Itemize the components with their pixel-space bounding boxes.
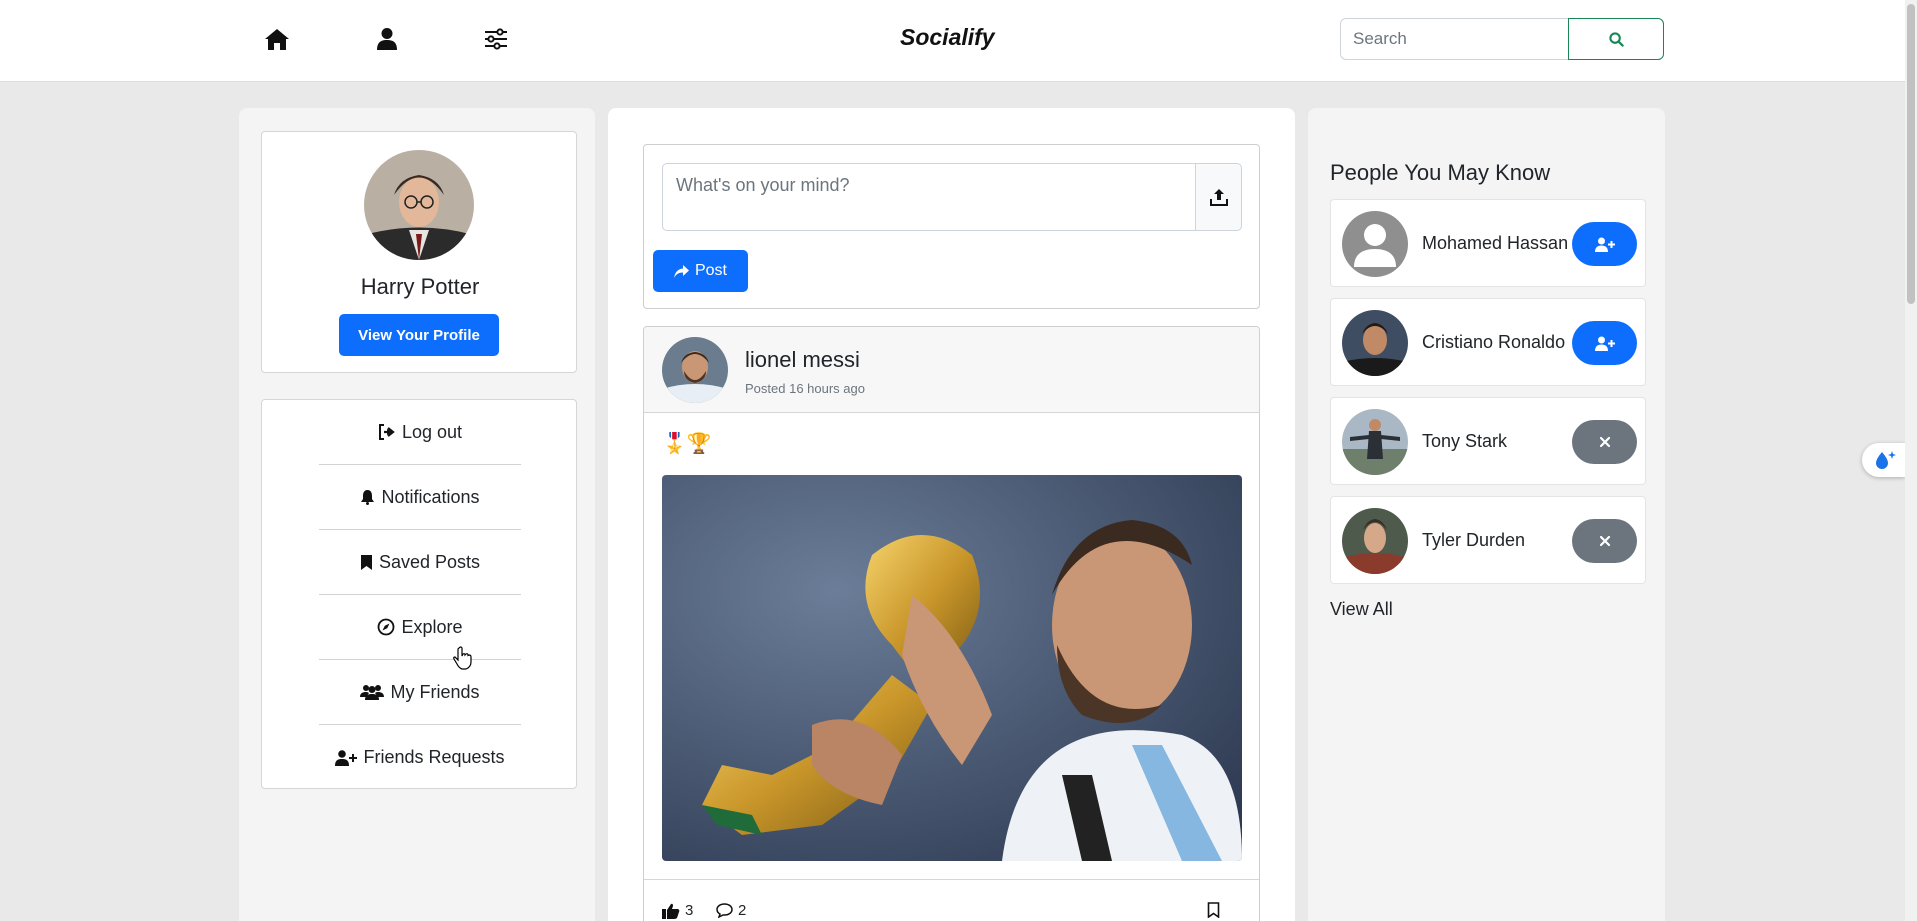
- person-name[interactable]: Tyler Durden: [1422, 530, 1525, 551]
- sign-out-icon: [378, 424, 395, 440]
- menu-item-explore[interactable]: Explore: [319, 595, 521, 660]
- users-icon: [360, 685, 385, 700]
- upload-icon: [1209, 189, 1228, 206]
- sparkle-drop-icon: [1875, 451, 1896, 469]
- post-composer: Post: [643, 144, 1260, 309]
- scrollbar-thumb[interactable]: [1907, 4, 1915, 304]
- extension-button[interactable]: [1862, 443, 1905, 477]
- cancel-request-button[interactable]: [1572, 519, 1637, 563]
- like-count: 3: [685, 902, 694, 919]
- menu-item-notifications[interactable]: Notifications: [319, 465, 521, 530]
- menu-item-label: Friends Requests: [363, 747, 505, 767]
- post-header: lionel messi Posted 16 hours ago: [644, 327, 1259, 413]
- upload-button[interactable]: [1195, 163, 1242, 231]
- close-icon: [1599, 436, 1610, 448]
- user-icon[interactable]: [373, 26, 401, 52]
- menu-item-label: Notifications: [381, 486, 480, 507]
- post-footer: 3 2: [644, 879, 1259, 921]
- like-button[interactable]: 3: [662, 902, 693, 919]
- post-text-input[interactable]: [662, 163, 1196, 231]
- sliders-icon[interactable]: [482, 26, 510, 52]
- person-card: Mohamed Hassan: [1330, 199, 1646, 287]
- brand-logo[interactable]: Socialify: [900, 24, 1090, 51]
- menu-item-label: Explore: [401, 616, 463, 637]
- post-button[interactable]: Post: [653, 250, 748, 292]
- menu-item-friends-requests[interactable]: Friends Requests: [319, 725, 521, 790]
- close-icon: [1599, 535, 1610, 547]
- menu-item-logout[interactable]: Log out: [319, 400, 521, 465]
- bookmark-icon: [1207, 902, 1220, 918]
- save-post-button[interactable]: [1207, 902, 1220, 918]
- user-plus-icon: [1594, 237, 1615, 252]
- thumbs-up-icon: [662, 903, 680, 919]
- compass-icon: [378, 618, 395, 636]
- bookmark-icon: [360, 554, 372, 570]
- avatar[interactable]: [662, 337, 728, 403]
- person-card: Cristiano Ronaldo: [1330, 298, 1646, 386]
- menu-item-label: My Friends: [390, 681, 480, 702]
- bell-icon: [361, 490, 375, 505]
- post-image[interactable]: [662, 475, 1242, 861]
- avatar[interactable]: [1342, 310, 1408, 376]
- avatar[interactable]: [1342, 508, 1408, 574]
- right-sidebar: People You May Know Mohamed Hassan Crist…: [1308, 108, 1665, 921]
- avatar[interactable]: [364, 150, 474, 260]
- avatar[interactable]: [1342, 211, 1408, 277]
- user-plus-icon: [335, 749, 358, 766]
- post-text: 🎖️🏆: [662, 433, 712, 455]
- people-you-may-know-title: People You May Know: [1330, 160, 1551, 185]
- user-plus-icon: [1594, 336, 1615, 351]
- page-scrollbar[interactable]: [1905, 0, 1917, 921]
- post-button-label: Post: [694, 262, 727, 279]
- menu-item-my-friends[interactable]: My Friends: [319, 660, 521, 725]
- comment-count: 2: [738, 902, 747, 919]
- post-card: lionel messi Posted 16 hours ago 🎖️🏆 3 2: [643, 326, 1260, 921]
- search-input[interactable]: [1340, 18, 1570, 60]
- cancel-request-button[interactable]: [1572, 420, 1637, 464]
- comment-icon: [716, 903, 733, 918]
- top-navbar: Socialify: [0, 0, 1905, 82]
- person-card: Tyler Durden: [1330, 496, 1646, 584]
- post-timestamp: Posted 16 hours ago: [745, 381, 865, 396]
- view-profile-button[interactable]: View Your Profile: [339, 314, 499, 356]
- home-icon[interactable]: [263, 26, 291, 52]
- search-button[interactable]: [1568, 18, 1664, 60]
- add-friend-button[interactable]: [1572, 222, 1637, 266]
- view-all-link[interactable]: View All: [1330, 599, 1393, 620]
- menu-item-label: Log out: [401, 421, 463, 442]
- person-name[interactable]: Cristiano Ronaldo: [1422, 332, 1565, 353]
- left-sidebar: Harry Potter View Your Profile Log out N…: [239, 108, 595, 921]
- profile-card: Harry Potter View Your Profile: [261, 131, 577, 373]
- menu-item-saved-posts[interactable]: Saved Posts: [319, 530, 521, 595]
- avatar[interactable]: [1342, 409, 1408, 475]
- person-name[interactable]: Mohamed Hassan: [1422, 233, 1568, 254]
- menu-card: Log out Notifications Saved Posts Explor…: [261, 399, 577, 789]
- add-friend-button[interactable]: [1572, 321, 1637, 365]
- feed-column: Post lionel messi Posted 16 hours ago 🎖️…: [608, 108, 1295, 921]
- menu-item-label: Saved Posts: [378, 551, 481, 572]
- person-card: Tony Stark: [1330, 397, 1646, 485]
- comment-button[interactable]: 2: [716, 902, 746, 919]
- share-icon: [673, 264, 689, 278]
- search-icon: [1608, 31, 1624, 47]
- post-author[interactable]: lionel messi: [745, 347, 860, 373]
- profile-name: Harry Potter: [360, 274, 480, 299]
- person-name[interactable]: Tony Stark: [1422, 431, 1507, 452]
